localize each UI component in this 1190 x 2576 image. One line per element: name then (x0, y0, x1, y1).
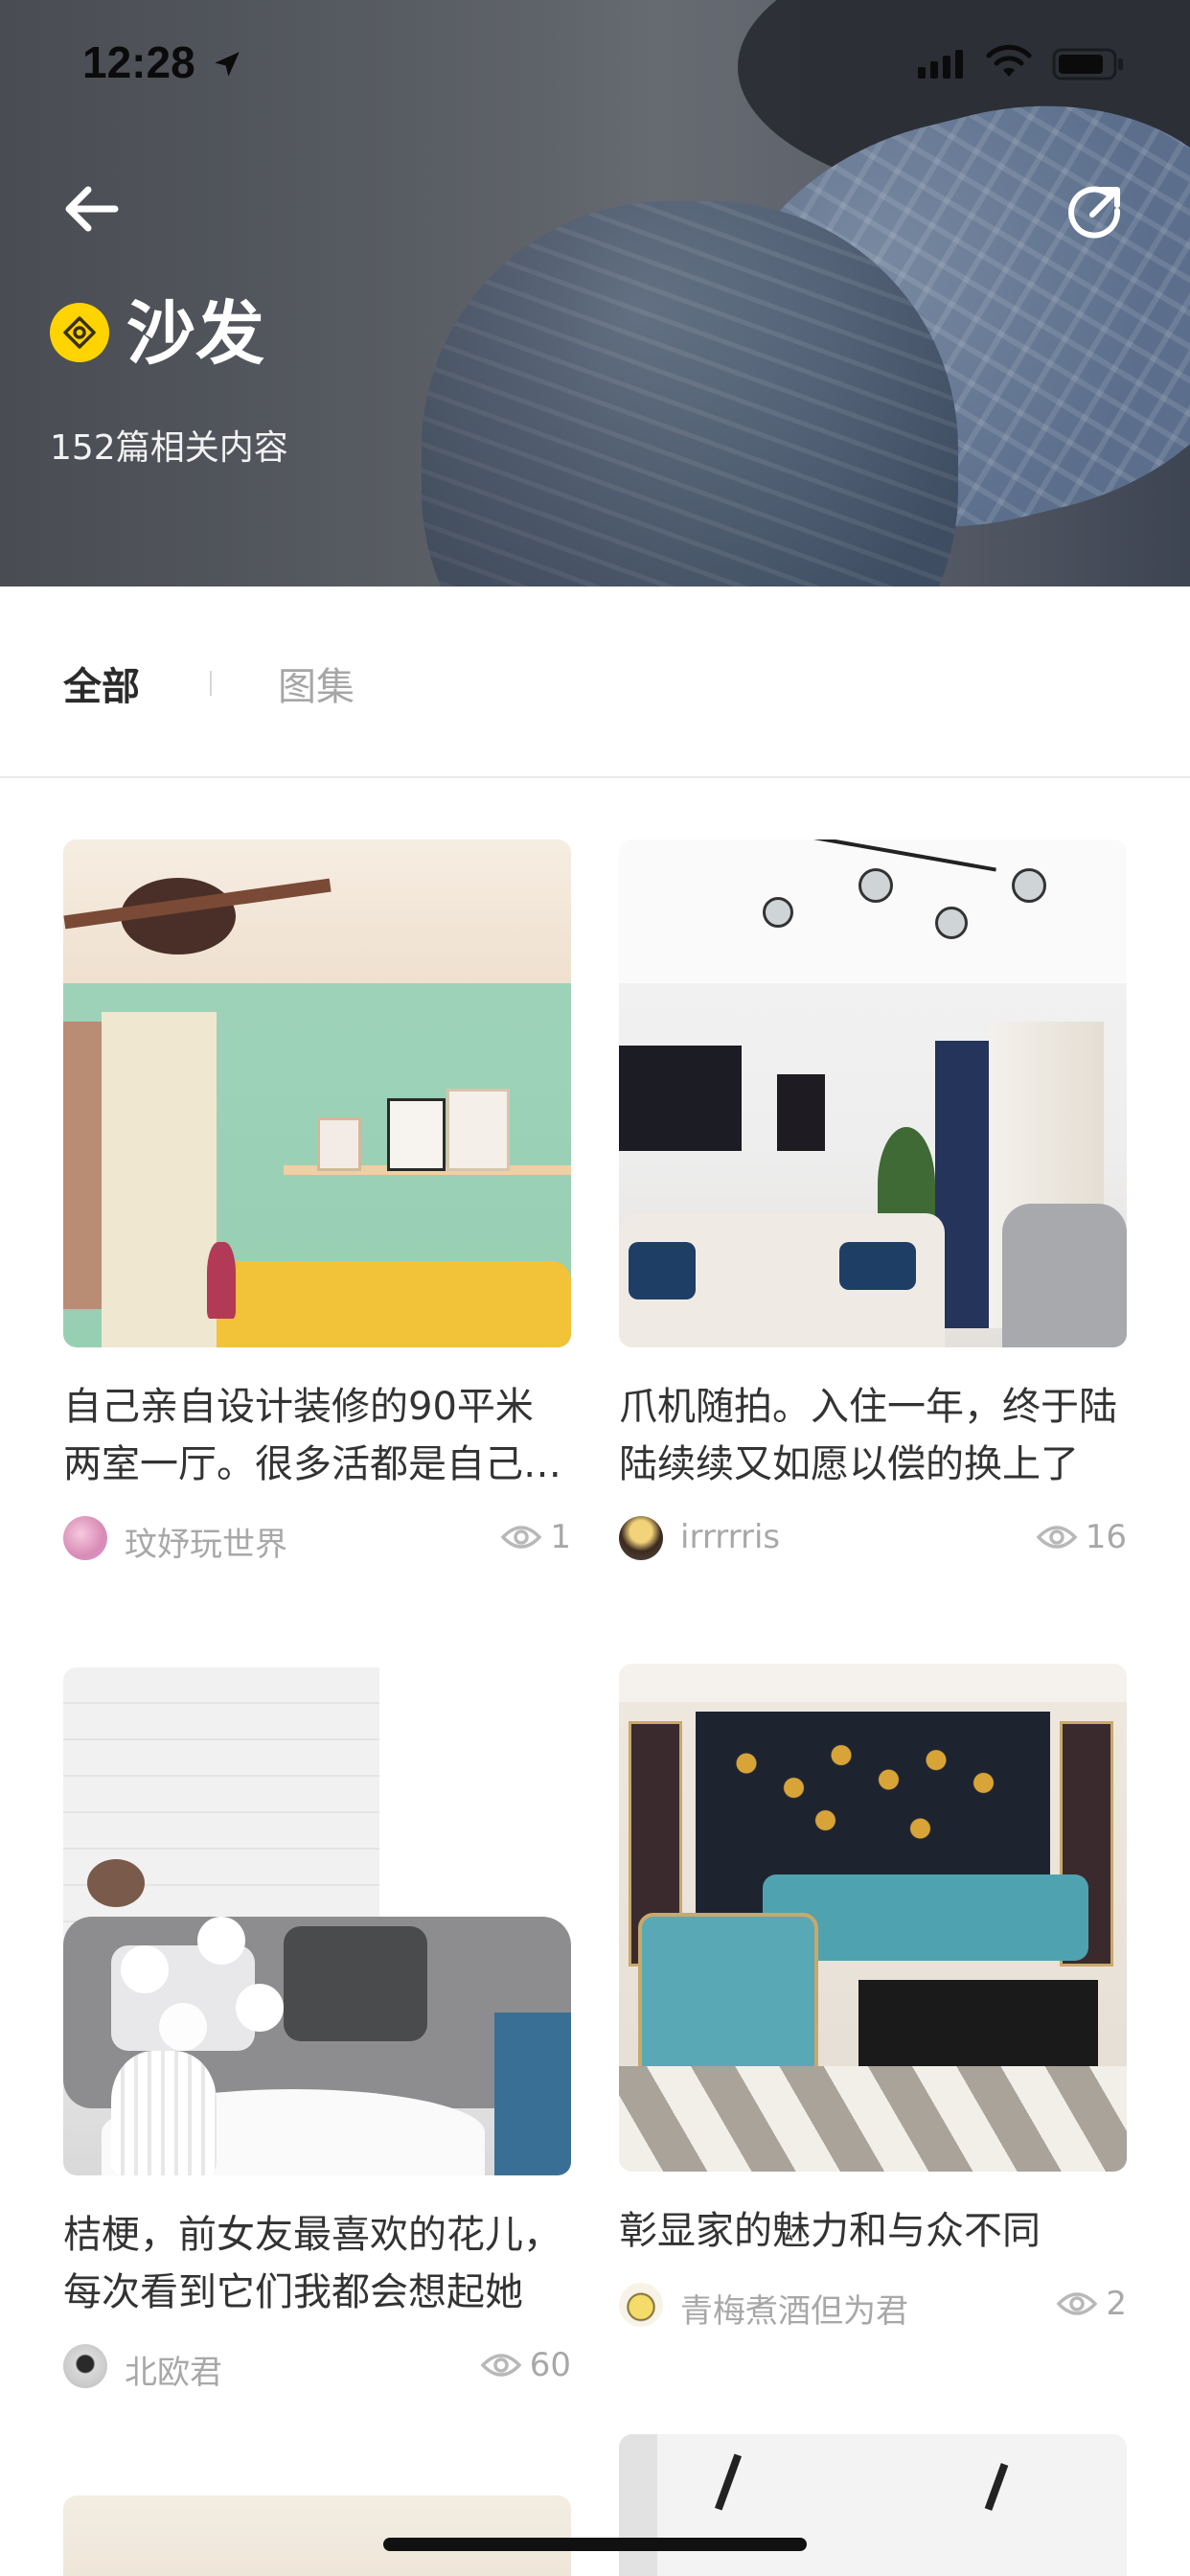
card-meta: irrrrris 16 (619, 1516, 1127, 1562)
eye-icon (480, 2354, 522, 2377)
view-count: 2 (1056, 2285, 1127, 2323)
location-arrow-icon (215, 52, 240, 77)
content-card[interactable]: 爪机随拍。入住一年，终于陆陆续续又如愿以偿的换上了 irrrrris 16 (619, 840, 1127, 1562)
topic-title: 沙发 (126, 293, 265, 374)
card-meta: 玟妤玩世界 1 (63, 1516, 571, 1565)
view-count-value: 16 (1085, 1518, 1127, 1556)
card-title[interactable]: 彰显家的魅力和与众不同 (619, 2202, 1127, 2260)
topic-header: 12:28 沙发 152篇相关内容 (0, 0, 1190, 586)
back-button[interactable] (59, 180, 136, 247)
eye-icon (500, 1526, 542, 1549)
content-card[interactable]: 自己亲自设计装修的90平米两室一厅。很多活都是自己干的 玟妤玩世界 1 (63, 840, 571, 1565)
card-title[interactable]: 桔梗，前女友最喜欢的花儿，每次看到它们我都会想起她 (63, 2206, 571, 2321)
topic-count: 152篇相关内容 (50, 428, 288, 468)
author-name[interactable]: 玟妤玩世界 (125, 1518, 287, 1565)
back-arrow-icon (65, 186, 119, 232)
avatar[interactable] (619, 1516, 663, 1560)
signal-icon (918, 50, 963, 79)
status-bar: 12:28 (0, 0, 1190, 125)
content-card[interactable]: 彰显家的魅力和与众不同 青梅煮酒但为君 2 (619, 1664, 1127, 2332)
wifi-icon (986, 44, 1032, 77)
card-image[interactable] (63, 1668, 571, 2175)
card-image[interactable] (63, 840, 571, 1347)
view-count-value: 2 (1106, 2285, 1127, 2323)
share-icon (1068, 186, 1121, 239)
author-name[interactable]: 北欧君 (125, 2346, 222, 2393)
tab-bar: 全部 图集 (0, 586, 1190, 778)
card-meta: 北欧君 60 (63, 2344, 571, 2393)
eye-icon (1036, 1526, 1078, 1549)
card-title[interactable]: 爪机随拍。入住一年，终于陆陆续续又如愿以偿的换上了 (619, 1378, 1127, 1493)
avatar[interactable] (63, 2344, 107, 2388)
content-card[interactable]: 桔梗，前女友最喜欢的花儿，每次看到它们我都会想起她 北欧君 60 (63, 1668, 571, 2393)
eye-icon (1056, 2292, 1098, 2315)
battery-icon (1052, 48, 1123, 80)
topic-badge-icon (63, 316, 96, 349)
status-time: 12:28 (82, 37, 195, 87)
card-meta: 青梅煮酒但为君 2 (619, 2283, 1127, 2332)
view-count-value: 60 (529, 2346, 571, 2384)
card-image[interactable] (619, 840, 1127, 1347)
avatar[interactable] (63, 1516, 107, 1560)
tab-all[interactable]: 全部 (63, 656, 140, 711)
home-indicator (383, 2538, 807, 2551)
card-image-partial[interactable] (619, 2434, 1127, 2576)
topic-badge (50, 303, 109, 362)
view-count: 16 (1036, 1518, 1127, 1556)
view-count: 1 (500, 1518, 571, 1556)
tab-album[interactable]: 图集 (278, 656, 355, 711)
card-image-partial[interactable] (63, 2496, 571, 2576)
share-button[interactable] (1065, 182, 1127, 243)
card-title[interactable]: 自己亲自设计装修的90平米两室一厅。很多活都是自己干的 (63, 1378, 571, 1493)
view-count-value: 1 (550, 1518, 571, 1556)
author-name[interactable]: 青梅煮酒但为君 (680, 2285, 908, 2332)
author-name[interactable]: irrrrris (680, 1518, 780, 1556)
view-count: 60 (480, 2346, 571, 2384)
avatar[interactable] (619, 2283, 663, 2327)
card-image[interactable] (619, 1664, 1127, 2172)
tab-divider (210, 671, 212, 696)
